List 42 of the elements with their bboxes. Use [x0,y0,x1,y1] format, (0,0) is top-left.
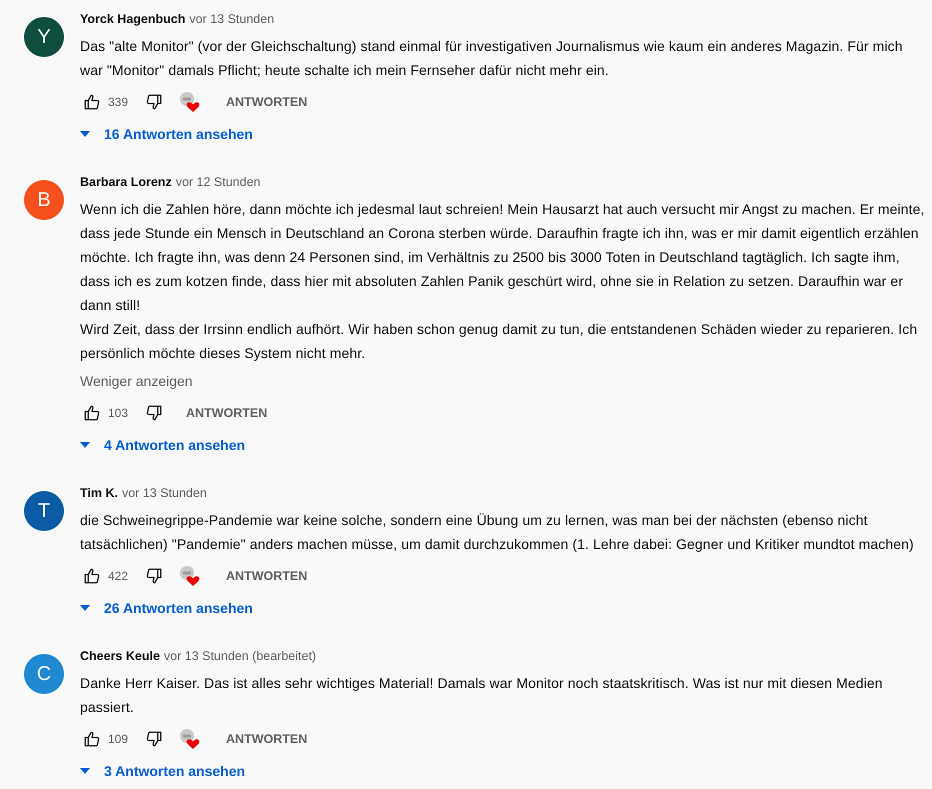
comment-text: Das "alte Monitor" (vor der Gleichschaltung) stand einmal für investigativen Journalismus wie kaum ein anderes Magazin. Für mich war "Monitor" damals Pflicht; heute schalte ich mein Fernseher dafür nicht mehr ein. [80,37,904,80]
comment-time[interactable]: vor 13 Stunden (bearbeitet) [164,649,316,663]
comment-text: Wird Zeit, dass der Irrsinn endlich aufhört. Wir haben schon genug damit zu tun, die entstandenen Schäden wieder zu reparieren. Ich persönlich möchte dieses System nicht mehr. [80,320,918,363]
caret-icon [80,131,90,137]
avatar[interactable]: T [24,491,64,531]
author-name[interactable]: Barbara Lorenz [80,175,172,189]
reply-button[interactable]: ANTWORTEN [178,397,268,429]
like-count: 109 [108,732,128,746]
avatar[interactable]: C [24,654,64,694]
like-count: 339 [108,95,128,109]
thumbs-up-icon [83,567,101,585]
show-less-link[interactable]: Weniger anzeigen [80,369,193,393]
reply-button[interactable]: ANTWORTEN [218,86,308,118]
thumbs-up-icon [83,93,101,111]
reply-button[interactable]: ANTWORTEN [218,560,308,592]
comment-text: Wenn ich die Zahlen höre, dann möchte ich jedesmal laut schreien! Mein Hausarzt hat auch versucht mir Angst zu machen. Er meinte, dass jede Stunde ein Mensch in Deutschland an Corona sterben würde. Daraufhin fragte ich ihn, was er mir damit eigentlich erzählen möchte. Ich fragte ihn, was denn 24 Personen sind, im Verhältnis zu 2500 bis 3000 Toten in Deutschland tagtäglich. Ich sagte ihm, dass ich es zum kotzen finde, dass hier mit absoluten Zahlen Panik geschürt wird, ohne sie in Relation zu setzen. Daraufhin war er dann still! [80,200,926,315]
thumbs-down-icon [145,93,164,111]
thumbs-down-icon [145,404,164,422]
comment-time[interactable]: vor 13 Stunden [122,486,207,500]
caret-icon [80,768,90,774]
author-name[interactable]: Tim K. [80,486,118,500]
avatar[interactable]: B [24,180,64,220]
comment-time[interactable]: vor 13 Stunden [189,12,274,26]
thumbs-up-icon [83,730,101,748]
comment-time[interactable]: vor 12 Stunden [176,175,260,189]
thumbs-up-icon [83,404,101,422]
like-count: 103 [108,406,128,420]
view-replies-button[interactable]: 3 Antworten ansehen [80,755,246,787]
like-count: 422 [108,569,128,583]
view-replies-button[interactable]: 4 Antworten ansehen [80,429,246,461]
reply-button[interactable]: ANTWORTEN [218,723,308,755]
comment-text: die Schweinegrippe-Pandemie war keine solche, sondern eine Übung um zu lernen, was man bei der nächsten (ebenso nicht tatsächlichen) "Pandemie" anders machen müsse, um damit durchzukommen (1. Lehre dabei: Gegner und Kritiker mundtot machen) [80,511,915,554]
caret-icon [80,605,90,611]
caret-icon [80,442,90,448]
thumbs-down-icon [145,730,164,748]
avatar[interactable]: Y [24,17,64,57]
comment-text: Danke Herr Kaiser. Das ist alles sehr wichtiges Material! Damals war Monitor noch staatskritisch. Was ist nur mit diesen Medien passiert. [80,674,884,717]
view-replies-button[interactable]: 26 Antworten ansehen [80,592,253,624]
author-name[interactable]: Yorck Hagenbuch [80,12,186,26]
view-replies-button[interactable]: 16 Antworten ansehen [80,118,253,150]
thumbs-down-icon [145,567,164,585]
author-name[interactable]: Cheers Keule [80,649,160,663]
